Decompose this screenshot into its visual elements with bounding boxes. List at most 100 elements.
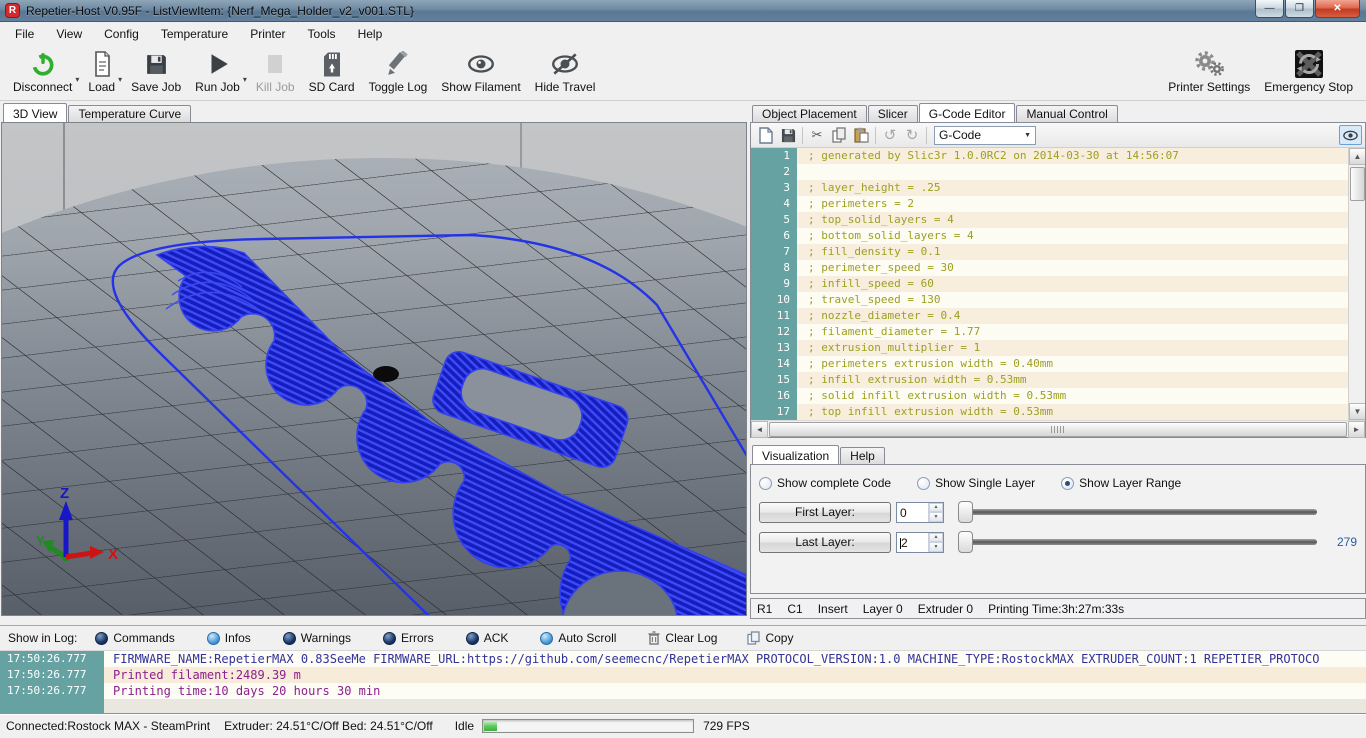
menu-tools[interactable]: Tools [297,24,347,44]
show-filament-button[interactable]: Show Filament [434,47,527,96]
close-button[interactable]: ✕ [1315,0,1360,18]
slider-handle[interactable] [958,531,973,553]
toggle-auto-scroll[interactable]: Auto Scroll [540,631,616,645]
hide-travel-button[interactable]: Hide Travel [528,47,603,96]
spin-up-icon[interactable]: ▲ [929,533,943,543]
clear-log-button[interactable]: Clear Log [648,631,717,645]
tab-viz-help[interactable]: Help [840,447,885,464]
gcode-line: 15; infill extrusion width = 0.53mm [751,372,1365,388]
viewport-3d[interactable]: Z X Y [1,122,747,616]
emergency-stop-button[interactable]: Emergency Stop [1257,47,1360,96]
menu-help[interactable]: Help [347,24,394,44]
minimize-button[interactable]: — [1255,0,1284,18]
tab-temperature-curve[interactable]: Temperature Curve [68,105,191,122]
run-job-dropdown-caret[interactable]: ▾ [243,75,247,84]
right-tabstrip: Object Placement Slicer G-Code Editor Ma… [750,103,1366,122]
new-file-icon[interactable] [755,125,777,145]
editor-horizontal-scrollbar[interactable]: ◄ ► [751,420,1365,437]
menu-config[interactable]: Config [93,24,150,44]
x-axis-label: X [108,546,118,563]
last-layer-slider[interactable] [958,539,1317,545]
tab-3d-view[interactable]: 3D View [3,103,67,122]
spin-up-icon[interactable]: ▲ [929,503,943,513]
load-dropdown-caret[interactable]: ▾ [118,75,122,84]
tab-slicer[interactable]: Slicer [868,105,918,122]
first-layer-button[interactable]: First Layer: [759,502,891,523]
save-job-button[interactable]: Save Job [124,47,188,96]
toggle-warnings[interactable]: Warnings [283,631,351,645]
printer-settings-label: Printer Settings [1168,80,1250,94]
temperature-status: Extruder: 24.51°C/Off Bed: 24.51°C/Off [224,719,433,733]
maximize-button[interactable]: ❐ [1285,0,1314,18]
scrollbar-thumb[interactable] [769,422,1347,437]
first-layer-spinner[interactable]: 0 ▲▼ [896,502,944,523]
tab-gcode-editor[interactable]: G-Code Editor [919,103,1016,122]
menu-printer[interactable]: Printer [239,24,296,44]
sd-card-button[interactable]: SD Card [302,47,362,96]
title-bar[interactable]: R Repetier-Host V0.95F - ListViewItem: {… [0,0,1366,22]
load-button[interactable]: Load [81,47,122,96]
run-job-label: Run Job [195,80,240,94]
menu-file[interactable]: File [4,24,45,44]
editor-preview-eye-button[interactable] [1339,125,1362,145]
scroll-right-arrow[interactable]: ► [1348,421,1365,438]
menu-view[interactable]: View [45,24,93,44]
menu-temperature[interactable]: Temperature [150,24,239,44]
spin-down-icon[interactable]: ▼ [929,542,943,552]
cut-icon[interactable]: ✂ [806,125,828,145]
disconnect-dropdown-caret[interactable]: ▾ [75,75,79,84]
toggle-ack[interactable]: ACK [466,631,509,645]
gcode-line: 5; top_solid_layers = 4 [751,212,1365,228]
auto-scroll-toggle-icon [540,632,553,645]
gcode-line: 13; extrusion_multiplier = 1 [751,340,1365,356]
scrollbar-thumb[interactable] [1350,167,1365,201]
editor-vertical-scrollbar[interactable]: ▲ ▼ [1348,148,1365,420]
document-icon [90,49,114,79]
toggle-log-button[interactable]: Toggle Log [362,47,435,96]
tab-manual-control[interactable]: Manual Control [1016,105,1117,122]
copy-log-button[interactable]: Copy [747,631,793,645]
tab-object-placement[interactable]: Object Placement [752,105,867,122]
radio-show-single-layer[interactable] [917,477,930,490]
scroll-up-arrow[interactable]: ▲ [1349,148,1365,165]
status-bar: Connected:Rostock MAX - SteamPrint Extru… [0,713,1366,738]
first-layer-slider[interactable] [958,509,1317,515]
toggle-errors[interactable]: Errors [383,631,434,645]
kill-job-button[interactable]: Kill Job [249,47,302,96]
paste-icon[interactable] [850,125,872,145]
stop-icon [263,49,287,79]
radio-label: Show Layer Range [1079,476,1181,490]
spin-down-icon[interactable]: ▼ [929,512,943,522]
radio-show-complete-code[interactable] [759,477,772,490]
right-panel: Object Placement Slicer G-Code Editor Ma… [750,103,1366,619]
undo-icon[interactable]: ↺ [879,125,901,145]
editor-status-strip: R1 C1 Insert Layer 0 Extruder 0 Printing… [750,598,1366,619]
gcode-text-area[interactable]: 1; generated by Slic3r 1.0.0RC2 on 2014-… [751,148,1365,420]
application-window: R Repetier-Host V0.95F - ListViewItem: {… [0,0,1366,738]
printer-state: Idle [455,719,474,733]
printer-settings-button[interactable]: Printer Settings [1161,47,1257,96]
cursor-row: R1 [757,602,772,616]
radio-show-layer-range[interactable] [1061,477,1074,490]
gcode-section-combobox[interactable]: G-Code ▼ [934,126,1036,145]
log-entry: 17:50:26.777Printed filament:2489.39 m [0,667,1366,683]
scroll-down-arrow[interactable]: ▼ [1349,403,1365,420]
toggle-commands[interactable]: Commands [95,631,174,645]
save-icon[interactable] [777,125,799,145]
redo-icon[interactable]: ↻ [901,125,923,145]
last-layer-spinner[interactable]: 2 ▲▼ [896,532,944,553]
disconnect-button[interactable]: Disconnect [6,47,79,96]
gcode-line: 6; bottom_solid_layers = 4 [751,228,1365,244]
log-entries[interactable]: 17:50:26.777FIRMWARE_NAME:RepetierMAX 0.… [0,651,1366,713]
gcode-line: 14; perimeters extrusion width = 0.40mm [751,356,1365,372]
run-job-button[interactable]: Run Job [188,47,247,96]
slider-handle[interactable] [958,501,973,523]
sd-card-icon [320,49,344,79]
tab-visualization[interactable]: Visualization [752,445,839,464]
last-layer-button[interactable]: Last Layer: [759,532,891,553]
toggle-log-label: Toggle Log [369,80,428,94]
scroll-left-arrow[interactable]: ◄ [751,421,768,438]
copy-icon[interactable] [828,125,850,145]
warnings-toggle-icon [283,632,296,645]
toggle-infos[interactable]: Infos [207,631,251,645]
